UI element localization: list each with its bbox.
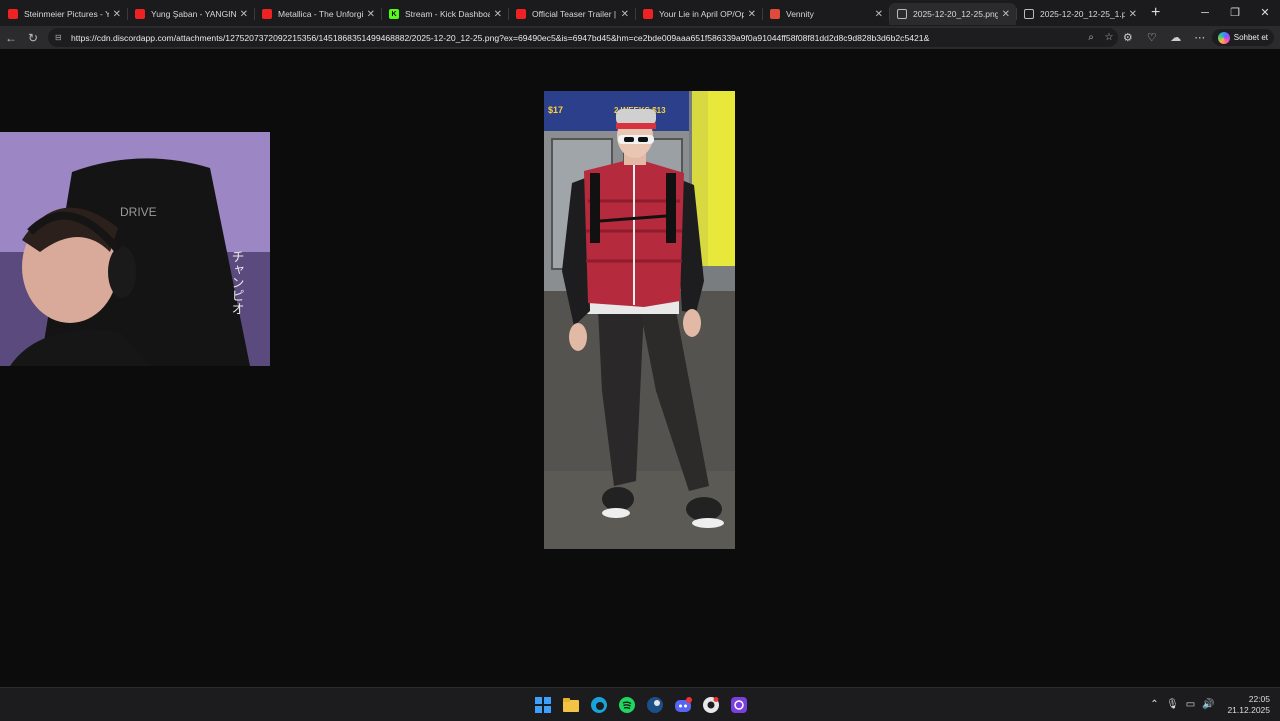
chevron-up-icon[interactable]: ⌃: [1145, 699, 1163, 710]
restore-button[interactable]: ❐: [1220, 0, 1250, 26]
character-screenshot: $17 2 WEEKS $13: [544, 91, 735, 549]
system-tray: ⌃ 🎙 ▭ 🔊 22:05 21.12.2025: [1145, 688, 1270, 721]
browser-essentials-icon[interactable]: ♡: [1140, 31, 1164, 44]
clock-time: 22:05: [1248, 693, 1270, 704]
kick-icon: K: [389, 9, 399, 19]
site-info-icon[interactable]: ⊟: [55, 33, 65, 42]
youtube-icon: [516, 9, 526, 19]
tab-close-icon[interactable]: ✕: [113, 9, 121, 20]
tab-title: 2025-12-20_12-25_1.png (3: [1040, 9, 1125, 19]
file-explorer-icon[interactable]: [559, 694, 583, 716]
tab-strip: Steinmeier Pictures - YouTube✕Yung Şaban…: [0, 0, 1280, 26]
new-tab-button[interactable]: +: [1151, 4, 1160, 22]
tab-close-icon[interactable]: ✕: [367, 9, 375, 20]
chair-text: チャンピオ: [229, 250, 244, 315]
vennity-icon: [770, 9, 780, 19]
sign-left: $17: [548, 105, 563, 115]
tab-title: Your Lie in April OP/Openi: [659, 9, 744, 19]
chair-brand: DRIVE: [120, 205, 157, 219]
tab-close-icon[interactable]: ✕: [748, 9, 756, 20]
tab-title: Steinmeier Pictures - YouTube: [24, 9, 109, 19]
globe-icon: [1024, 9, 1034, 19]
app-icon[interactable]: [727, 694, 751, 716]
edge-icon[interactable]: [587, 694, 611, 716]
tab-close-icon[interactable]: ✕: [494, 9, 502, 20]
close-window-button[interactable]: ✕: [1250, 0, 1280, 26]
youtube-icon: [135, 9, 145, 19]
youtube-icon: [262, 9, 272, 19]
tab-list: Steinmeier Pictures - YouTube✕Yung Şaban…: [0, 1, 1143, 25]
spotify-icon[interactable]: [615, 694, 639, 716]
discord-icon[interactable]: [671, 694, 695, 716]
back-icon[interactable]: ←: [0, 31, 22, 45]
tab-close-icon[interactable]: ✕: [1129, 9, 1137, 20]
window-controls: ─ ❐ ✕: [1190, 0, 1280, 26]
url-text[interactable]: https://cdn.discordapp.com/attachments/1…: [71, 33, 1082, 43]
taskbar: ⌃ 🎙 ▭ 🔊 22:05 21.12.2025: [0, 687, 1280, 721]
copilot-label: Sohbet et: [1233, 33, 1268, 42]
tab-close-icon[interactable]: ✕: [875, 9, 883, 20]
minimize-button[interactable]: ─: [1190, 0, 1220, 26]
zoom-icon[interactable]: ⌕: [1082, 32, 1100, 43]
copilot-icon: [1217, 31, 1230, 44]
tab-close-icon[interactable]: ✕: [1002, 9, 1010, 20]
tab-close-icon[interactable]: ✕: [240, 9, 248, 20]
network-icon[interactable]: ▭: [1181, 699, 1199, 710]
toolbar-right: ⚙ ♡ ☁ ⋯ Sohbet et: [1116, 29, 1274, 46]
tab-2[interactable]: Metallica - The Unforgiven ✕: [254, 3, 381, 25]
youtube-icon: [8, 9, 18, 19]
tab-1[interactable]: Yung Şaban - YANGIN ft. N ✕: [127, 3, 254, 25]
tab-4[interactable]: Official Teaser Trailer | BLEA ✕: [508, 3, 635, 25]
microphone-icon[interactable]: 🎙: [1163, 699, 1181, 710]
address-bar[interactable]: ⊟ https://cdn.discordapp.com/attachments…: [48, 28, 1118, 47]
youtube-icon: [643, 9, 653, 19]
clock-date: 21.12.2025: [1227, 704, 1270, 715]
tab-title: 2025-12-20_12-25.png (24: [913, 9, 998, 19]
tab-5[interactable]: Your Lie in April OP/Openi ✕: [635, 3, 762, 25]
tab-title: Stream - Kick Dashboard: [405, 9, 490, 19]
tab-3[interactable]: K Stream - Kick Dashboard ✕: [381, 3, 508, 25]
copilot-button[interactable]: Sohbet et: [1211, 29, 1274, 46]
volume-icon[interactable]: 🔊: [1199, 699, 1217, 710]
reload-icon[interactable]: ↻: [22, 31, 44, 45]
displayed-image[interactable]: $17 2 WEEKS $13: [544, 91, 735, 549]
tab-title: Yung Şaban - YANGIN ft. N: [151, 9, 236, 19]
tab-title: Official Teaser Trailer | BLEA: [532, 9, 617, 19]
more-menu-icon[interactable]: ⋯: [1188, 31, 1212, 44]
webcam-overlay: DRIVE チャンピオ: [0, 132, 270, 366]
tab-6[interactable]: Vennity ✕: [762, 3, 889, 25]
tab-7[interactable]: 2025-12-20_12-25.png (24 ✕: [889, 3, 1016, 25]
tab-8[interactable]: 2025-12-20_12-25_1.png (3 ✕: [1016, 3, 1143, 25]
chrome-icon[interactable]: [699, 694, 723, 716]
taskbar-icons: [531, 694, 751, 716]
clock[interactable]: 22:05 21.12.2025: [1227, 694, 1270, 716]
extensions-icon[interactable]: ⚙: [1116, 31, 1140, 44]
performance-icon[interactable]: ☁: [1164, 31, 1188, 44]
tab-close-icon[interactable]: ✕: [621, 9, 629, 20]
browser-toolbar: ← ↻ ⊟ https://cdn.discordapp.com/attachm…: [0, 26, 1280, 49]
webcam-feed: DRIVE チャンピオ: [0, 132, 270, 366]
tab-0[interactable]: Steinmeier Pictures - YouTube ✕: [0, 3, 127, 25]
tab-title: Metallica - The Unforgiven: [278, 9, 363, 19]
steam-icon[interactable]: [643, 694, 667, 716]
tab-title: Vennity: [786, 9, 814, 19]
globe-icon: [897, 9, 907, 19]
windows-start-icon[interactable]: [531, 694, 555, 716]
